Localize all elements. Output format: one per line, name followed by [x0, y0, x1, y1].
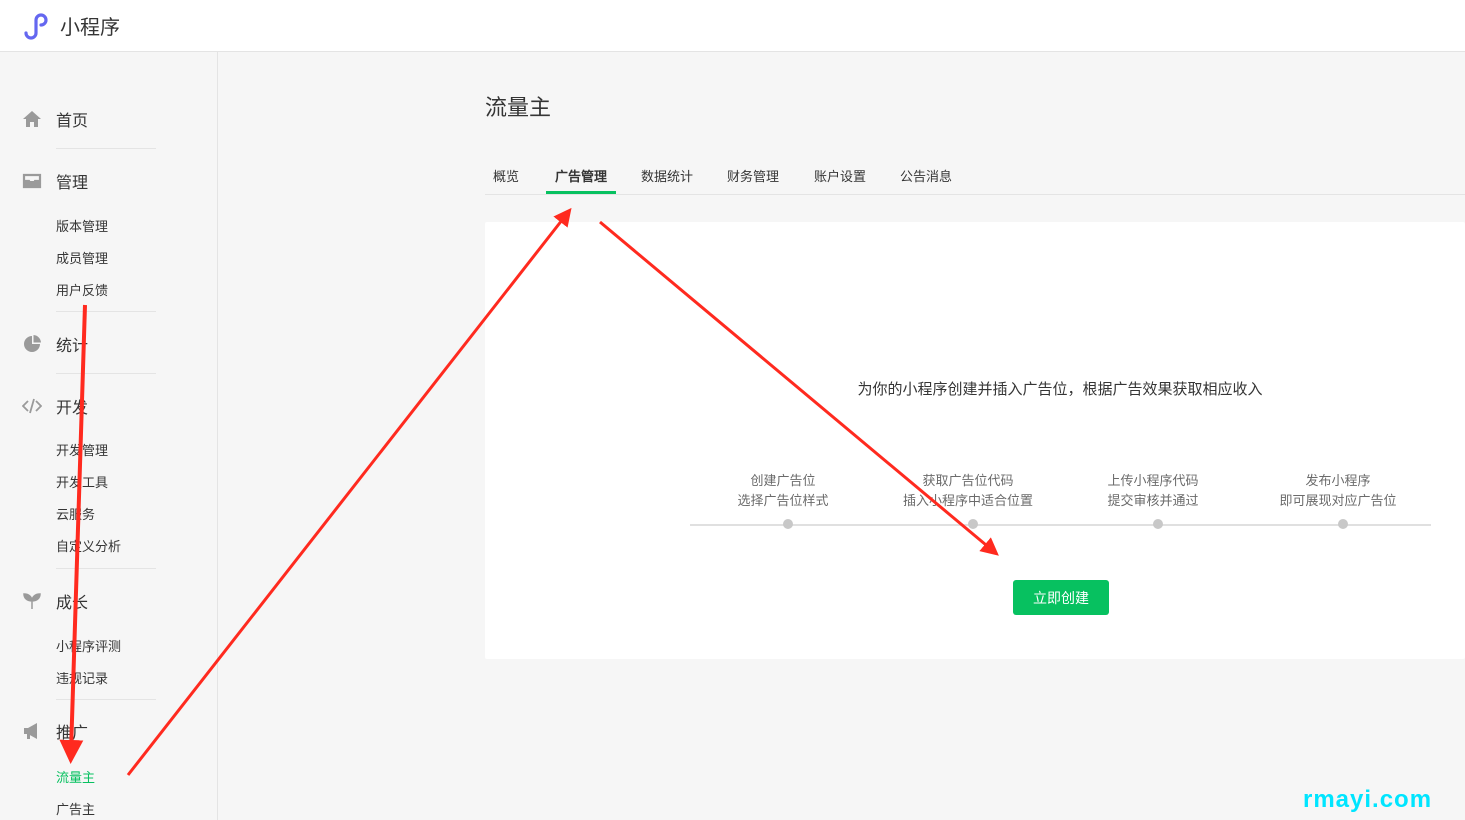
app-title: 小程序 [60, 15, 120, 39]
sidebar-divider [56, 148, 156, 149]
create-now-button[interactable]: 立即创建 [1013, 580, 1109, 615]
sidebar-item-statistics[interactable]: 统计 [22, 331, 88, 357]
tab-data-statistics[interactable]: 数据统计 [641, 166, 693, 194]
sidebar-divider [56, 699, 156, 700]
sidebar-item-dev-management[interactable]: 开发管理 [56, 440, 108, 459]
step-desc: 选择广告位样式 [737, 494, 829, 509]
intro-text: 为你的小程序创建并插入广告位，根据广告效果获取相应收入 [857, 380, 1263, 398]
step-dot [783, 519, 793, 529]
tab-ad-management[interactable]: 广告管理 [546, 166, 617, 194]
step-title: 上传小程序代码 [1107, 474, 1199, 489]
megaphone-icon [22, 721, 42, 741]
sidebar-item-develop[interactable]: 开发 [22, 393, 88, 419]
step-desc: 提交审核并通过 [1107, 494, 1199, 509]
mini-program-logo-icon[interactable] [22, 10, 52, 40]
steps-progress-line [690, 524, 1431, 526]
step-title: 发布小程序 [1305, 474, 1371, 489]
sidebar-item-traffic-owner[interactable]: 流量主 [56, 767, 95, 786]
ad-management-card: 为你的小程序创建并插入广告位，根据广告效果获取相应收入 创建广告位 选择广告位样… [485, 222, 1465, 659]
step-desc: 插入小程序中适合位置 [902, 494, 1033, 509]
sidebar-item-user-feedback[interactable]: 用户反馈 [56, 280, 108, 299]
step-1: 创建广告位 选择广告位样式 [683, 472, 883, 512]
code-icon [22, 396, 42, 416]
sidebar-item-home[interactable]: 首页 [22, 106, 88, 132]
sidebar-section-label: 推广 [56, 723, 89, 742]
tab-account-settings[interactable]: 账户设置 [814, 166, 866, 194]
watermark-text: rmayi.com [1303, 786, 1433, 813]
sidebar-section-label: 成长 [56, 593, 89, 612]
sidebar-section-label: 管理 [56, 173, 89, 192]
step-4: 发布小程序 即可展现对应广告位 [1238, 472, 1438, 512]
sidebar-item-manage[interactable]: 管理 [22, 168, 88, 194]
inbox-icon [22, 171, 42, 191]
step-title: 获取广告位代码 [922, 474, 1014, 489]
step-desc: 即可展现对应广告位 [1279, 494, 1397, 509]
page-title: 流量主 [485, 96, 552, 121]
sidebar-divider [56, 311, 156, 312]
sidebar-item-violation-records[interactable]: 违规记录 [56, 668, 108, 687]
sidebar-item-advertiser[interactable]: 广告主 [56, 799, 95, 818]
sidebar-item-cloud-service[interactable]: 云服务 [56, 504, 95, 523]
tab-finance-management[interactable]: 财务管理 [727, 166, 779, 194]
tab-overview[interactable]: 概览 [493, 166, 519, 194]
sidebar-item-version-management[interactable]: 版本管理 [56, 216, 108, 235]
sidebar-section-label: 统计 [56, 336, 89, 355]
tab-bar: 概览 广告管理 数据统计 财务管理 账户设置 公告消息 [485, 152, 1465, 195]
sidebar-item-custom-analysis[interactable]: 自定义分析 [56, 536, 121, 555]
home-icon [22, 109, 42, 129]
step-title: 创建广告位 [750, 474, 816, 489]
sidebar-divider [56, 568, 156, 569]
tab-announcements[interactable]: 公告消息 [900, 166, 952, 194]
sidebar-item-dev-tools[interactable]: 开发工具 [56, 472, 108, 491]
sidebar-item-promotion[interactable]: 推广 [22, 718, 88, 744]
sidebar-item-growth[interactable]: 成长 [22, 588, 88, 614]
step-dot [968, 519, 978, 529]
step-2: 获取广告位代码 插入小程序中适合位置 [868, 472, 1068, 512]
step-dot [1338, 519, 1348, 529]
sidebar-item-mini-program-review[interactable]: 小程序评测 [56, 636, 121, 655]
pie-chart-icon [22, 334, 42, 354]
step-3: 上传小程序代码 提交审核并通过 [1053, 472, 1253, 512]
sidebar-section-label: 开发 [56, 398, 89, 417]
sidebar-section-label: 首页 [56, 111, 89, 130]
top-header: 小程序 [0, 0, 1465, 52]
sprout-icon [22, 591, 42, 611]
step-dot [1153, 519, 1163, 529]
sidebar-item-member-management[interactable]: 成员管理 [56, 248, 108, 267]
sidebar-divider [56, 373, 156, 374]
